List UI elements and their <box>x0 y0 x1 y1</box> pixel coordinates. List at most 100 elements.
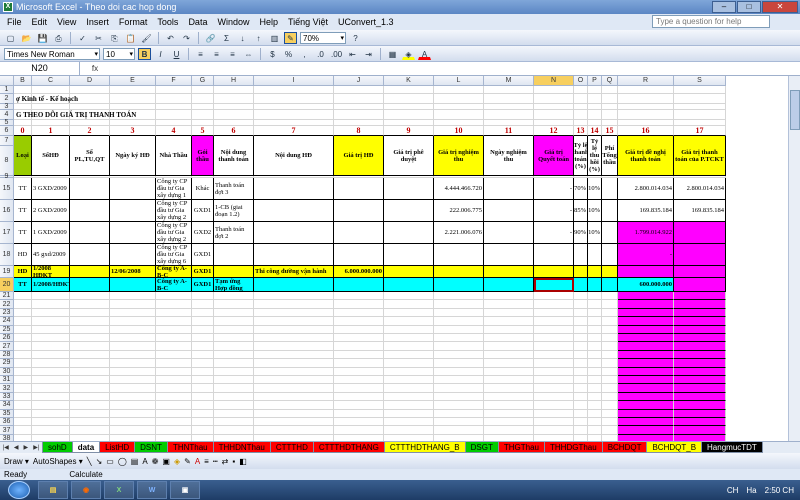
table-cell[interactable] <box>70 266 110 278</box>
grid-cell[interactable] <box>434 376 484 385</box>
grid-cell[interactable] <box>156 376 192 385</box>
grid-cell[interactable] <box>214 367 254 376</box>
grid-cell[interactable] <box>214 300 254 309</box>
grid-cell[interactable] <box>70 308 110 318</box>
grid-cell[interactable] <box>434 384 484 393</box>
line-style-icon[interactable]: ≡ <box>204 457 209 466</box>
grid-cell[interactable] <box>334 86 384 94</box>
table-cell[interactable] <box>384 266 434 278</box>
grid-cell[interactable] <box>618 308 674 318</box>
grid-cell[interactable] <box>214 384 254 393</box>
table-cell[interactable]: 45 gxd/2009 <box>32 244 70 266</box>
row-header-25[interactable]: 25 <box>0 325 14 334</box>
taskbar-word-icon[interactable]: W <box>137 481 167 499</box>
grid-cell[interactable] <box>334 401 384 410</box>
grid-cell[interactable] <box>32 376 70 385</box>
grid-cell[interactable] <box>334 392 384 402</box>
grid-cell[interactable] <box>254 342 334 351</box>
grid-cell[interactable] <box>484 350 534 360</box>
row-header-17[interactable]: 17 <box>0 222 14 244</box>
sheet-tab-sohd[interactable]: sohD <box>42 442 73 453</box>
grid-cell[interactable] <box>574 94 588 104</box>
vertical-scrollbar[interactable] <box>788 76 800 441</box>
row-header-24[interactable]: 24 <box>0 317 14 326</box>
grid-cell[interactable] <box>602 110 618 120</box>
row-header-34[interactable]: 34 <box>0 401 14 410</box>
grid-cell[interactable] <box>384 317 434 326</box>
grid-cell[interactable] <box>574 342 588 351</box>
grid-cell[interactable] <box>110 376 156 385</box>
grid-cell[interactable] <box>192 308 214 318</box>
grid-cell[interactable] <box>674 350 726 360</box>
grid-cell[interactable] <box>588 359 602 368</box>
grid-cell[interactable] <box>192 426 214 435</box>
menu-help[interactable]: Help <box>254 17 283 27</box>
grid-cell[interactable] <box>14 392 32 402</box>
table-cell[interactable]: Thanh toán đợt 2 <box>214 222 254 244</box>
sort-asc-icon[interactable]: ↓ <box>236 32 249 44</box>
sheet-tab-cttthdthang_b[interactable]: CTTTHDTHANG_B <box>383 442 466 453</box>
grid-cell[interactable] <box>434 300 484 309</box>
sheet-tab-bchdqt_b[interactable]: BCHDQT_B <box>646 442 703 453</box>
zoom-select[interactable]: 70% <box>300 31 346 44</box>
table-cell[interactable]: 1-CB (giai đoạn 1.2) <box>214 200 254 222</box>
row-header-22[interactable]: 22 <box>0 300 14 309</box>
undo-icon[interactable]: ↶ <box>164 32 177 44</box>
ime-indicator[interactable]: Ha <box>746 486 756 495</box>
grid-cell[interactable] <box>110 94 156 104</box>
grid-cell[interactable] <box>32 418 70 427</box>
grid-cell[interactable] <box>110 300 156 309</box>
grid-cell[interactable] <box>214 376 254 385</box>
table-cell[interactable]: - <box>618 244 674 266</box>
sheet-tab-dsnt[interactable]: DSNT <box>134 442 168 453</box>
row-header-26[interactable]: 26 <box>0 334 14 343</box>
sheet-tab-hangmuctdt[interactable]: HangmucTDT <box>701 442 763 453</box>
grid-cell[interactable] <box>214 401 254 410</box>
column-header-p[interactable]: P <box>588 76 602 86</box>
table-cell[interactable] <box>384 244 434 266</box>
grid-cell[interactable] <box>618 392 674 402</box>
grid-cell[interactable] <box>192 110 214 120</box>
table-cell[interactable] <box>484 266 534 278</box>
grid-cell[interactable] <box>602 418 618 427</box>
grid-cell[interactable] <box>254 86 334 94</box>
grid-cell[interactable] <box>588 401 602 410</box>
grid-cell[interactable] <box>14 334 32 343</box>
grid-cell[interactable] <box>254 384 334 393</box>
grid-cell[interactable] <box>588 392 602 402</box>
grid-cell[interactable] <box>384 409 434 418</box>
grid-cell[interactable] <box>674 418 726 427</box>
table-cell[interactable]: Khác <box>192 178 214 200</box>
grid-cell[interactable] <box>484 300 534 309</box>
autosum-icon[interactable]: Σ <box>220 32 233 44</box>
grid-cell[interactable] <box>110 350 156 360</box>
grid-cell[interactable] <box>14 86 32 94</box>
sort-desc-icon[interactable]: ↑ <box>252 32 265 44</box>
grid-cell[interactable] <box>434 292 484 301</box>
grid-cell[interactable] <box>70 367 110 376</box>
grid-cell[interactable] <box>534 401 574 410</box>
grid-cell[interactable] <box>70 300 110 309</box>
grid-cell[interactable] <box>110 409 156 418</box>
grid-cell[interactable] <box>384 376 434 385</box>
grid-cell[interactable] <box>588 367 602 376</box>
grid-cell[interactable] <box>588 86 602 94</box>
grid-cell[interactable] <box>14 292 32 301</box>
grid-cell[interactable] <box>574 350 588 360</box>
grid-cell[interactable] <box>588 300 602 309</box>
grid-cell[interactable] <box>588 342 602 351</box>
sheet-nav-arrows[interactable]: |◀ ◀ ▶ ▶| <box>0 444 42 451</box>
grid-cell[interactable] <box>602 384 618 393</box>
grid-cell[interactable] <box>534 376 574 385</box>
column-header-b[interactable]: B <box>14 76 32 86</box>
grid-cell[interactable] <box>156 392 192 402</box>
grid-cell[interactable] <box>70 359 110 368</box>
table-cell[interactable] <box>254 278 334 292</box>
grid-cell[interactable] <box>618 334 674 343</box>
grid-cell[interactable] <box>384 86 434 94</box>
grid-cell[interactable] <box>32 367 70 376</box>
sheet-tab-dsgt[interactable]: DSGT <box>464 442 499 453</box>
table-cell[interactable] <box>384 178 434 200</box>
grid-cell[interactable] <box>14 426 32 435</box>
arrow-icon[interactable]: ↘ <box>96 457 103 466</box>
